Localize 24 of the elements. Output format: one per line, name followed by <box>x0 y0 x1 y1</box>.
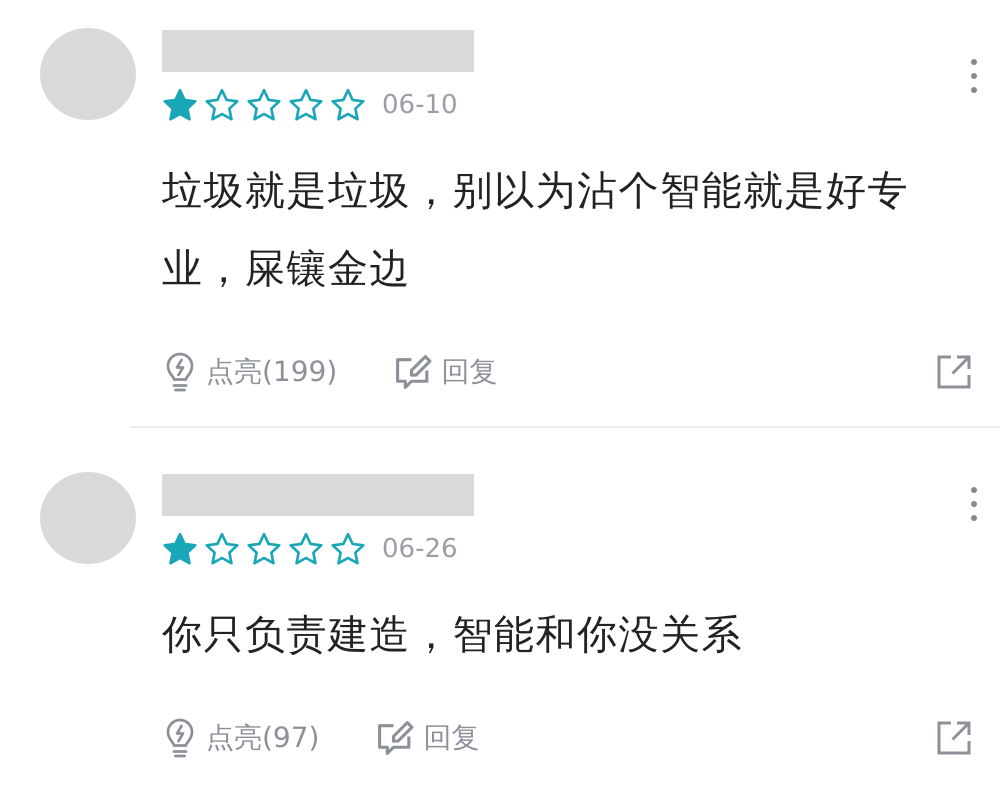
filled-star-icon <box>162 532 198 566</box>
star-outline-icon <box>288 88 324 122</box>
star-outline-icon <box>204 88 240 122</box>
like-button[interactable]: 点亮(199) <box>162 351 338 393</box>
comment-date: 06-26 <box>382 534 458 564</box>
filled-star-icon <box>162 88 198 122</box>
comment-text: 你只负责建造，智能和你没关系 <box>162 611 744 660</box>
star-outline-icon <box>204 532 240 566</box>
reply-button[interactable]: 回复 <box>375 719 480 757</box>
share-icon[interactable] <box>936 720 972 756</box>
reply-button[interactable]: 回复 <box>393 353 498 391</box>
more-icon[interactable] <box>970 58 978 94</box>
star-outline-icon <box>246 532 282 566</box>
comment-date: 06-10 <box>382 90 458 120</box>
edit-icon <box>375 719 416 757</box>
edit-icon <box>393 353 434 391</box>
star-outline-icon <box>330 532 366 566</box>
star-outline-icon <box>246 88 282 122</box>
star-outline-icon <box>288 532 324 566</box>
more-icon[interactable] <box>970 486 978 522</box>
star-outline-icon <box>330 88 366 122</box>
share-icon[interactable] <box>936 354 972 390</box>
like-button[interactable]: 点亮(97) <box>162 717 320 759</box>
comment-text: 垃圾就是垃圾，别以为沾个智能就是好专业，屎镶金边 <box>162 167 910 294</box>
